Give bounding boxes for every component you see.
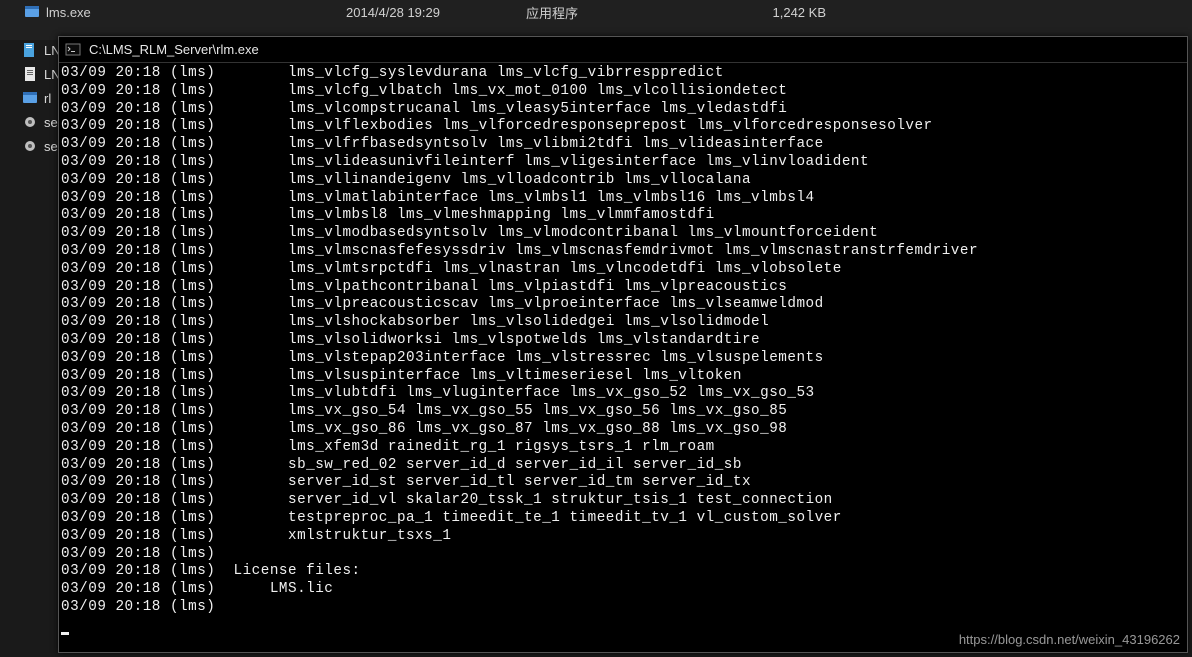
gear-icon bbox=[22, 138, 38, 154]
list-item[interactable]: LN bbox=[0, 38, 58, 62]
file-txt-icon bbox=[22, 66, 38, 82]
file-icon bbox=[22, 42, 38, 58]
sidebar-file-list: LN LN rl se se bbox=[0, 38, 58, 158]
list-item-label: se bbox=[44, 139, 58, 154]
file-type: 应用程序 bbox=[526, 3, 706, 22]
list-item[interactable]: rl bbox=[0, 86, 58, 110]
exe-icon bbox=[24, 4, 40, 20]
file-date: 2014/4/28 19:29 bbox=[346, 5, 526, 20]
file-name: lms.exe bbox=[46, 5, 346, 20]
explorer-content: lms.exe 2014/4/28 19:29 应用程序 1,242 KB bbox=[0, 0, 1192, 40]
window-title: C:\LMS_RLM_Server\rlm.exe bbox=[89, 42, 259, 57]
gear-icon bbox=[22, 114, 38, 130]
titlebar[interactable]: C:\LMS_RLM_Server\rlm.exe bbox=[59, 37, 1187, 63]
console-output[interactable]: 03/09 20:18 (lms) lms_vlcfg_syslevdurana… bbox=[59, 63, 1187, 652]
file-row[interactable]: lms.exe 2014/4/28 19:29 应用程序 1,242 KB bbox=[0, 0, 1192, 24]
list-item-label: rl bbox=[44, 91, 51, 106]
cursor bbox=[61, 632, 69, 635]
file-size: 1,242 KB bbox=[706, 5, 826, 20]
console-window[interactable]: C:\LMS_RLM_Server\rlm.exe 03/09 20:18 (l… bbox=[58, 36, 1188, 653]
list-item-label: LN bbox=[44, 67, 58, 82]
list-item-label: LN bbox=[44, 43, 58, 58]
watermark: https://blog.csdn.net/weixin_43196262 bbox=[959, 632, 1180, 647]
exe-icon bbox=[22, 90, 38, 106]
list-item[interactable]: LN bbox=[0, 62, 58, 86]
app-icon bbox=[65, 42, 81, 58]
list-item-label: se bbox=[44, 115, 58, 130]
list-item[interactable]: se bbox=[0, 134, 58, 158]
list-item[interactable]: se bbox=[0, 110, 58, 134]
